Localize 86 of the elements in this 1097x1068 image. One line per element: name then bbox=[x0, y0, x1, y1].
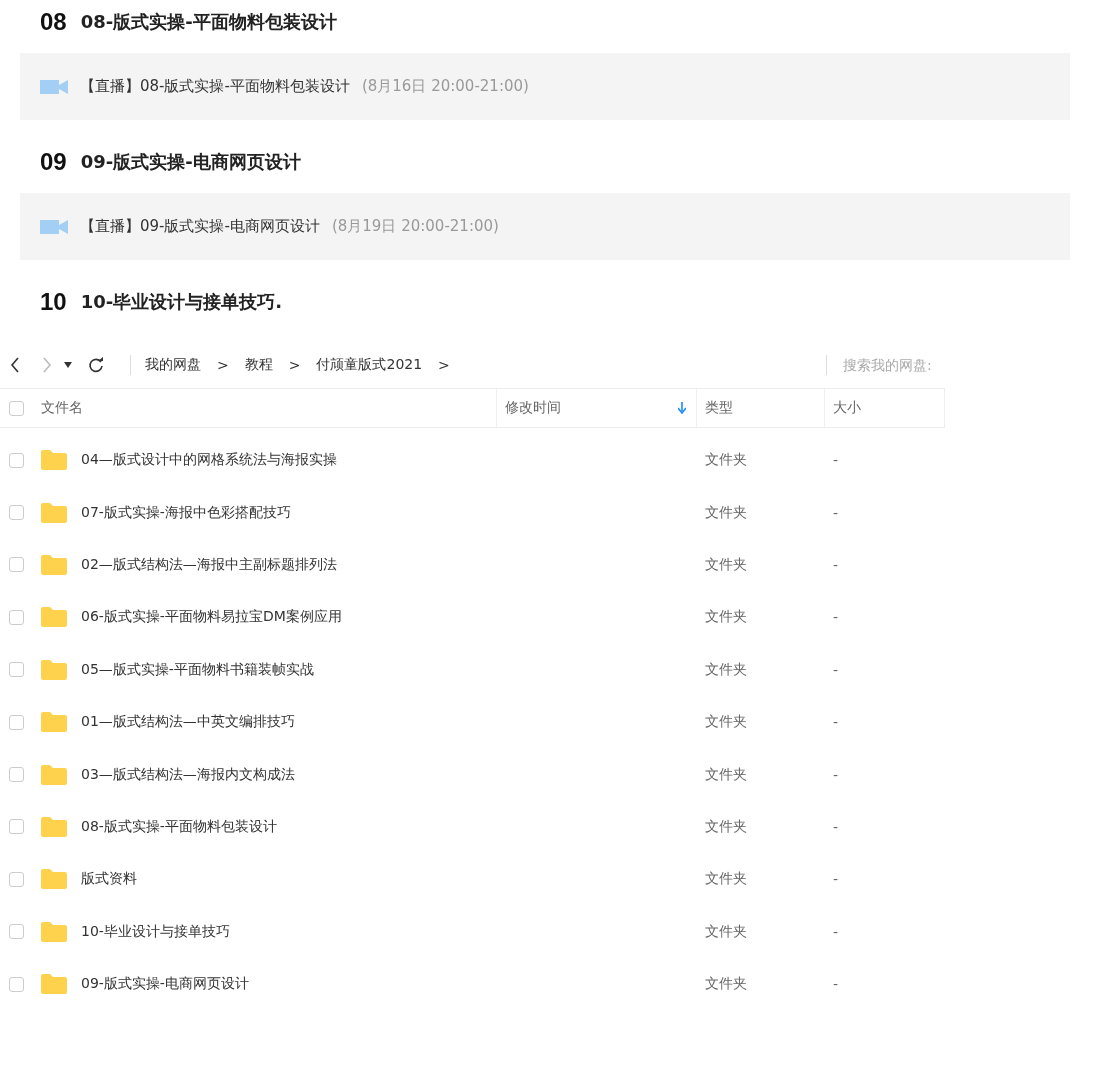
back-icon[interactable] bbox=[10, 357, 20, 373]
row-checkbox[interactable] bbox=[9, 714, 24, 730]
dropdown-icon[interactable] bbox=[64, 362, 72, 368]
file-name[interactable]: 01—版式结构法—中英文编排技巧 bbox=[81, 713, 295, 732]
row-checkbox[interactable] bbox=[9, 452, 24, 468]
row-checkbox[interactable] bbox=[9, 557, 24, 573]
file-type: 文件夹 bbox=[705, 765, 747, 784]
live-session-row[interactable]: 【直播】08-版式实操-平面物料包装设计 (8月16日 20:00-21:00) bbox=[20, 53, 1070, 120]
file-name[interactable]: 09-版式实操-电商网页设计 bbox=[81, 975, 249, 994]
column-header[interactable]: 修改时间 bbox=[505, 399, 561, 417]
file-type: 文件夹 bbox=[705, 870, 747, 889]
folder-icon bbox=[41, 502, 67, 523]
file-size: - bbox=[833, 976, 839, 993]
file-type: 文件夹 bbox=[705, 555, 747, 574]
breadcrumb-separator: > bbox=[288, 357, 301, 373]
file-name[interactable]: 08-版式实操-平面物料包装设计 bbox=[81, 817, 277, 836]
refresh-icon[interactable] bbox=[88, 357, 104, 373]
folder-icon bbox=[41, 764, 67, 785]
lesson-title: 10-毕业设计与接单技巧. bbox=[80, 290, 283, 314]
file-size: - bbox=[833, 871, 839, 888]
folder-icon bbox=[41, 712, 67, 733]
lesson-number: 08 bbox=[40, 8, 67, 36]
file-size: - bbox=[833, 714, 839, 731]
file-type: 文件夹 bbox=[705, 660, 747, 679]
search-field[interactable]: 搜索我的网盘: bbox=[841, 356, 945, 374]
file-type: 文件夹 bbox=[705, 503, 747, 522]
file-size: - bbox=[833, 452, 839, 469]
file-type: 文件夹 bbox=[705, 713, 747, 732]
breadcrumb-link[interactable]: 付颃童版式2021 bbox=[316, 356, 423, 374]
file-size: - bbox=[833, 923, 839, 940]
live-session-row[interactable]: 【直播】09-版式实操-电商网页设计 (8月19日 20:00-21:00) bbox=[20, 193, 1070, 260]
lesson-number: 10 bbox=[40, 288, 67, 316]
folder-icon bbox=[41, 554, 67, 575]
live-session-time: (8月19日 20:00-21:00) bbox=[331, 217, 499, 236]
file-size: - bbox=[833, 556, 839, 573]
file-name[interactable]: 版式资料 bbox=[81, 870, 137, 889]
row-checkbox[interactable] bbox=[9, 871, 24, 887]
file-name[interactable]: 05—版式实操-平面物料书籍装帧实战 bbox=[81, 660, 314, 679]
row-checkbox[interactable] bbox=[9, 505, 24, 521]
lesson-title: 08-版式实操-平面物料包装设计 bbox=[80, 10, 337, 34]
file-name[interactable]: 06-版式实操-平面物料易拉宝DM案例应用 bbox=[81, 608, 342, 627]
file-name[interactable]: 04—版式设计中的网格系统法与海报实操 bbox=[81, 451, 337, 470]
breadcrumb-separator: > bbox=[438, 357, 450, 373]
column-header[interactable]: 大小 bbox=[833, 399, 861, 417]
file-type: 文件夹 bbox=[705, 922, 747, 941]
lesson-number: 09 bbox=[40, 148, 67, 176]
folder-icon bbox=[41, 450, 67, 471]
column-header[interactable]: 文件名 bbox=[41, 399, 83, 417]
forward-icon[interactable] bbox=[42, 357, 52, 373]
live-session-title: 【直播】08-版式实操-平面物料包装设计 bbox=[80, 77, 350, 96]
row-checkbox[interactable] bbox=[9, 924, 24, 940]
breadcrumb-link[interactable]: 我的网盘 bbox=[145, 356, 201, 374]
row-checkbox[interactable] bbox=[9, 976, 24, 992]
file-type: 文件夹 bbox=[705, 975, 747, 994]
file-name[interactable]: 10-毕业设计与接单技巧 bbox=[81, 922, 230, 941]
select-all-checkbox[interactable] bbox=[9, 400, 24, 416]
column-header[interactable]: 类型 bbox=[705, 399, 733, 417]
file-size: - bbox=[833, 609, 839, 626]
file-size: - bbox=[833, 661, 839, 678]
file-type: 文件夹 bbox=[705, 817, 747, 836]
breadcrumb-separator: > bbox=[217, 357, 229, 373]
folder-icon bbox=[41, 921, 67, 942]
folder-icon bbox=[41, 607, 67, 628]
folder-icon bbox=[41, 659, 67, 680]
row-checkbox[interactable] bbox=[9, 767, 24, 783]
file-size: - bbox=[833, 504, 839, 521]
row-checkbox[interactable] bbox=[9, 662, 24, 678]
file-name[interactable]: 03—版式结构法—海报内文构成法 bbox=[81, 765, 295, 784]
file-size: - bbox=[833, 766, 839, 783]
sort-arrow-icon[interactable] bbox=[678, 402, 686, 414]
file-name[interactable]: 02—版式结构法—海报中主副标题排列法 bbox=[81, 555, 337, 574]
file-type: 文件夹 bbox=[705, 451, 747, 470]
file-type: 文件夹 bbox=[705, 608, 747, 627]
breadcrumb-link[interactable]: 教程 bbox=[244, 356, 273, 374]
file-name[interactable]: 07-版式实操-海报中色彩搭配技巧 bbox=[81, 503, 291, 522]
row-checkbox[interactable] bbox=[9, 819, 24, 835]
folder-icon bbox=[41, 869, 67, 890]
file-size: - bbox=[833, 818, 839, 835]
folder-icon bbox=[41, 816, 67, 837]
video-camera-icon bbox=[40, 78, 68, 95]
live-session-title: 【直播】09-版式实操-电商网页设计 bbox=[80, 217, 320, 236]
live-session-time: (8月16日 20:00-21:00) bbox=[361, 77, 529, 96]
row-checkbox[interactable] bbox=[9, 609, 24, 625]
folder-icon bbox=[41, 974, 67, 995]
lesson-title: 09-版式实操-电商网页设计 bbox=[80, 150, 301, 174]
video-camera-icon bbox=[40, 218, 68, 235]
